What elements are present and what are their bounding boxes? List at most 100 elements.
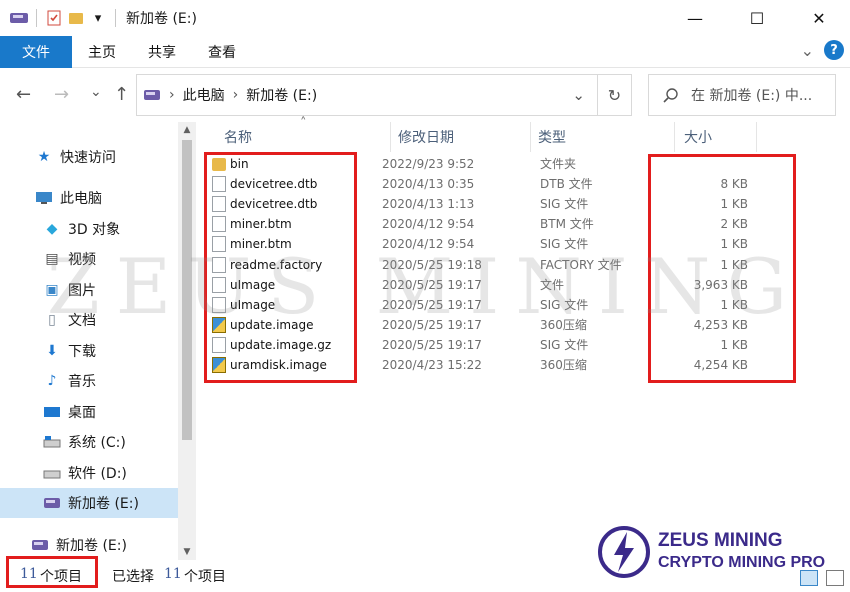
scrollbar-thumb[interactable] [182, 140, 192, 440]
close-button[interactable]: ✕ [788, 0, 850, 36]
drive-icon [42, 433, 62, 451]
details-view-icon[interactable] [800, 570, 818, 586]
scroll-down-icon[interactable]: ▼ [178, 544, 196, 560]
up-button[interactable]: ↑ [114, 84, 129, 105]
expand-ribbon-icon[interactable]: ⌄ [801, 41, 814, 60]
tab-file[interactable]: 文件 [0, 35, 72, 68]
file-type: 360压缩 [540, 358, 587, 372]
maximize-button[interactable]: ☐ [726, 0, 788, 36]
column-divider[interactable] [756, 122, 757, 152]
address-bar[interactable]: › 此电脑 › 新加卷 (E:) ⌄ [136, 74, 598, 116]
back-button[interactable]: ← [16, 84, 31, 105]
file-date: 2020/5/25 19:17 [382, 277, 482, 292]
file-date: 2022/9/23 9:52 [382, 157, 475, 171]
sidebar-item-videos[interactable]: ▤ 视频 [0, 244, 178, 274]
file-type: 360压缩 [540, 317, 587, 332]
ribbon-right-controls: ⌄ ? [801, 40, 844, 60]
sidebar-item-label: 文档 [68, 313, 96, 329]
sidebar-item-drive-e[interactable]: 新加卷 (E:) [0, 488, 178, 518]
sidebar-item-music[interactable]: ♪ 音乐 [0, 366, 178, 396]
music-icon: ♪ [47, 373, 57, 389]
file-date: 2020/4/12 9:54 [382, 237, 475, 252]
file-date: 2020/5/25 19:17 [382, 337, 482, 352]
minimize-button[interactable]: — [664, 0, 726, 36]
sidebar-item-label: 系统 (C:) [68, 435, 126, 451]
document-icon: ▯ [48, 312, 56, 328]
new-folder-icon[interactable] [65, 7, 87, 29]
large-icons-view-icon[interactable] [826, 570, 844, 586]
quick-access-toolbar: ▾ [0, 0, 122, 36]
sidebar-item-desktop[interactable]: 桌面 [0, 397, 178, 427]
sidebar-item-label: 视频 [68, 252, 96, 268]
column-divider[interactable] [530, 122, 531, 152]
star-icon: ★ [37, 149, 51, 165]
help-icon[interactable]: ? [824, 40, 844, 60]
tab-view[interactable]: 查看 [192, 36, 252, 68]
tab-share[interactable]: 共享 [132, 36, 192, 68]
picture-icon: ▣ [45, 282, 59, 298]
file-date: 2020/4/12 9:54 [382, 217, 475, 232]
sd-drive-icon [42, 494, 62, 512]
file-type: SIG 文件 [540, 297, 589, 312]
refresh-button[interactable]: ↻ [598, 74, 632, 116]
breadcrumb-drive-e[interactable]: 新加卷 (E:) [246, 85, 317, 105]
sidebar-item-documents[interactable]: ▯ 文档 [0, 305, 178, 335]
explorer-window: ▾ 新加卷 (E:) — ☐ ✕ 文件 主页 共享 查看 ⌄ ? ← → ⌄ ↑… [0, 0, 850, 592]
sidebar-item-label: 桌面 [68, 405, 96, 421]
file-date: 2020/5/25 19:18 [382, 257, 482, 272]
sidebar-item-label: 3D 对象 [68, 222, 121, 238]
sidebar-item-3d-objects[interactable]: ◆ 3D 对象 [0, 214, 178, 244]
breadcrumb-this-pc[interactable]: 此电脑 [183, 85, 225, 105]
computer-icon [34, 189, 54, 207]
sd-drive-icon[interactable] [8, 7, 30, 29]
toolbar-divider [115, 9, 116, 27]
toolbar-divider [36, 9, 37, 27]
properties-icon[interactable] [43, 7, 65, 29]
tab-home[interactable]: 主页 [72, 36, 132, 68]
breadcrumb-separator[interactable]: › [169, 87, 175, 103]
customize-toolbar-dropdown[interactable]: ▾ [87, 7, 109, 29]
sidebar-item-drive-c[interactable]: 系统 (C:) [0, 427, 178, 457]
sidebar-scrollbar[interactable]: ▲ ▼ [178, 122, 196, 560]
sidebar-item-drive-d[interactable]: 软件 (D:) [0, 458, 178, 488]
sidebar-item-downloads[interactable]: ⬇ 下载 [0, 336, 178, 366]
sidebar-item-label: 软件 (D:) [68, 466, 127, 482]
sidebar-item-label: 此电脑 [60, 191, 102, 207]
video-icon: ▤ [45, 251, 59, 267]
sidebar-item-label: 新加卷 (E:) [68, 496, 139, 512]
selected-count-label: 个项目 [184, 569, 226, 585]
sidebar-item-quick-access[interactable]: ★ 快速访问 [0, 142, 178, 172]
scroll-up-icon[interactable]: ▲ [178, 122, 196, 138]
sidebar-item-pictures[interactable]: ▣ 图片 [0, 275, 178, 305]
sidebar-item-label: 图片 [68, 283, 96, 299]
file-date: 2020/5/25 19:17 [382, 317, 482, 332]
column-divider[interactable] [674, 122, 675, 152]
sidebar-item-this-pc[interactable]: 此电脑 [0, 183, 178, 213]
sidebar-item-label: 下载 [68, 344, 96, 360]
file-date: 2020/5/25 19:17 [382, 297, 482, 312]
search-placeholder: 在 新加卷 (E:) 中... [691, 88, 813, 104]
column-divider[interactable] [390, 122, 391, 152]
selected-prefix: 已选择 [112, 569, 154, 585]
item-count-label: 个项目 [40, 569, 82, 585]
column-header-type[interactable]: 类型 [538, 122, 566, 152]
column-header-name[interactable]: 名称 [224, 122, 252, 152]
recent-locations-button[interactable]: ⌄ [90, 84, 102, 100]
file-type: BTM 文件 [540, 217, 594, 232]
download-icon: ⬇ [46, 343, 58, 359]
search-input[interactable]: 在 新加卷 (E:) 中... [648, 74, 836, 116]
sd-drive-icon [143, 88, 161, 102]
file-type: SIG 文件 [540, 237, 589, 252]
highlight-box-sizes [648, 154, 796, 383]
window-title: 新加卷 (E:) [126, 11, 197, 27]
window-controls: — ☐ ✕ [664, 0, 850, 36]
breadcrumb-separator[interactable]: › [233, 87, 239, 103]
file-list: ˄ 名称 修改日期 类型 大小 bin 2022/9/23 9:52 文件夹 devi… [196, 116, 850, 560]
sidebar-item-label: 音乐 [68, 374, 96, 390]
column-header-date[interactable]: 修改日期 [398, 122, 454, 152]
address-history-dropdown[interactable]: ⌄ [572, 86, 585, 104]
drive-icon [42, 464, 62, 482]
forward-button[interactable]: → [54, 84, 69, 105]
logo-line-1: ZEUS MINING [658, 530, 783, 551]
column-header-size[interactable]: 大小 [684, 122, 712, 152]
